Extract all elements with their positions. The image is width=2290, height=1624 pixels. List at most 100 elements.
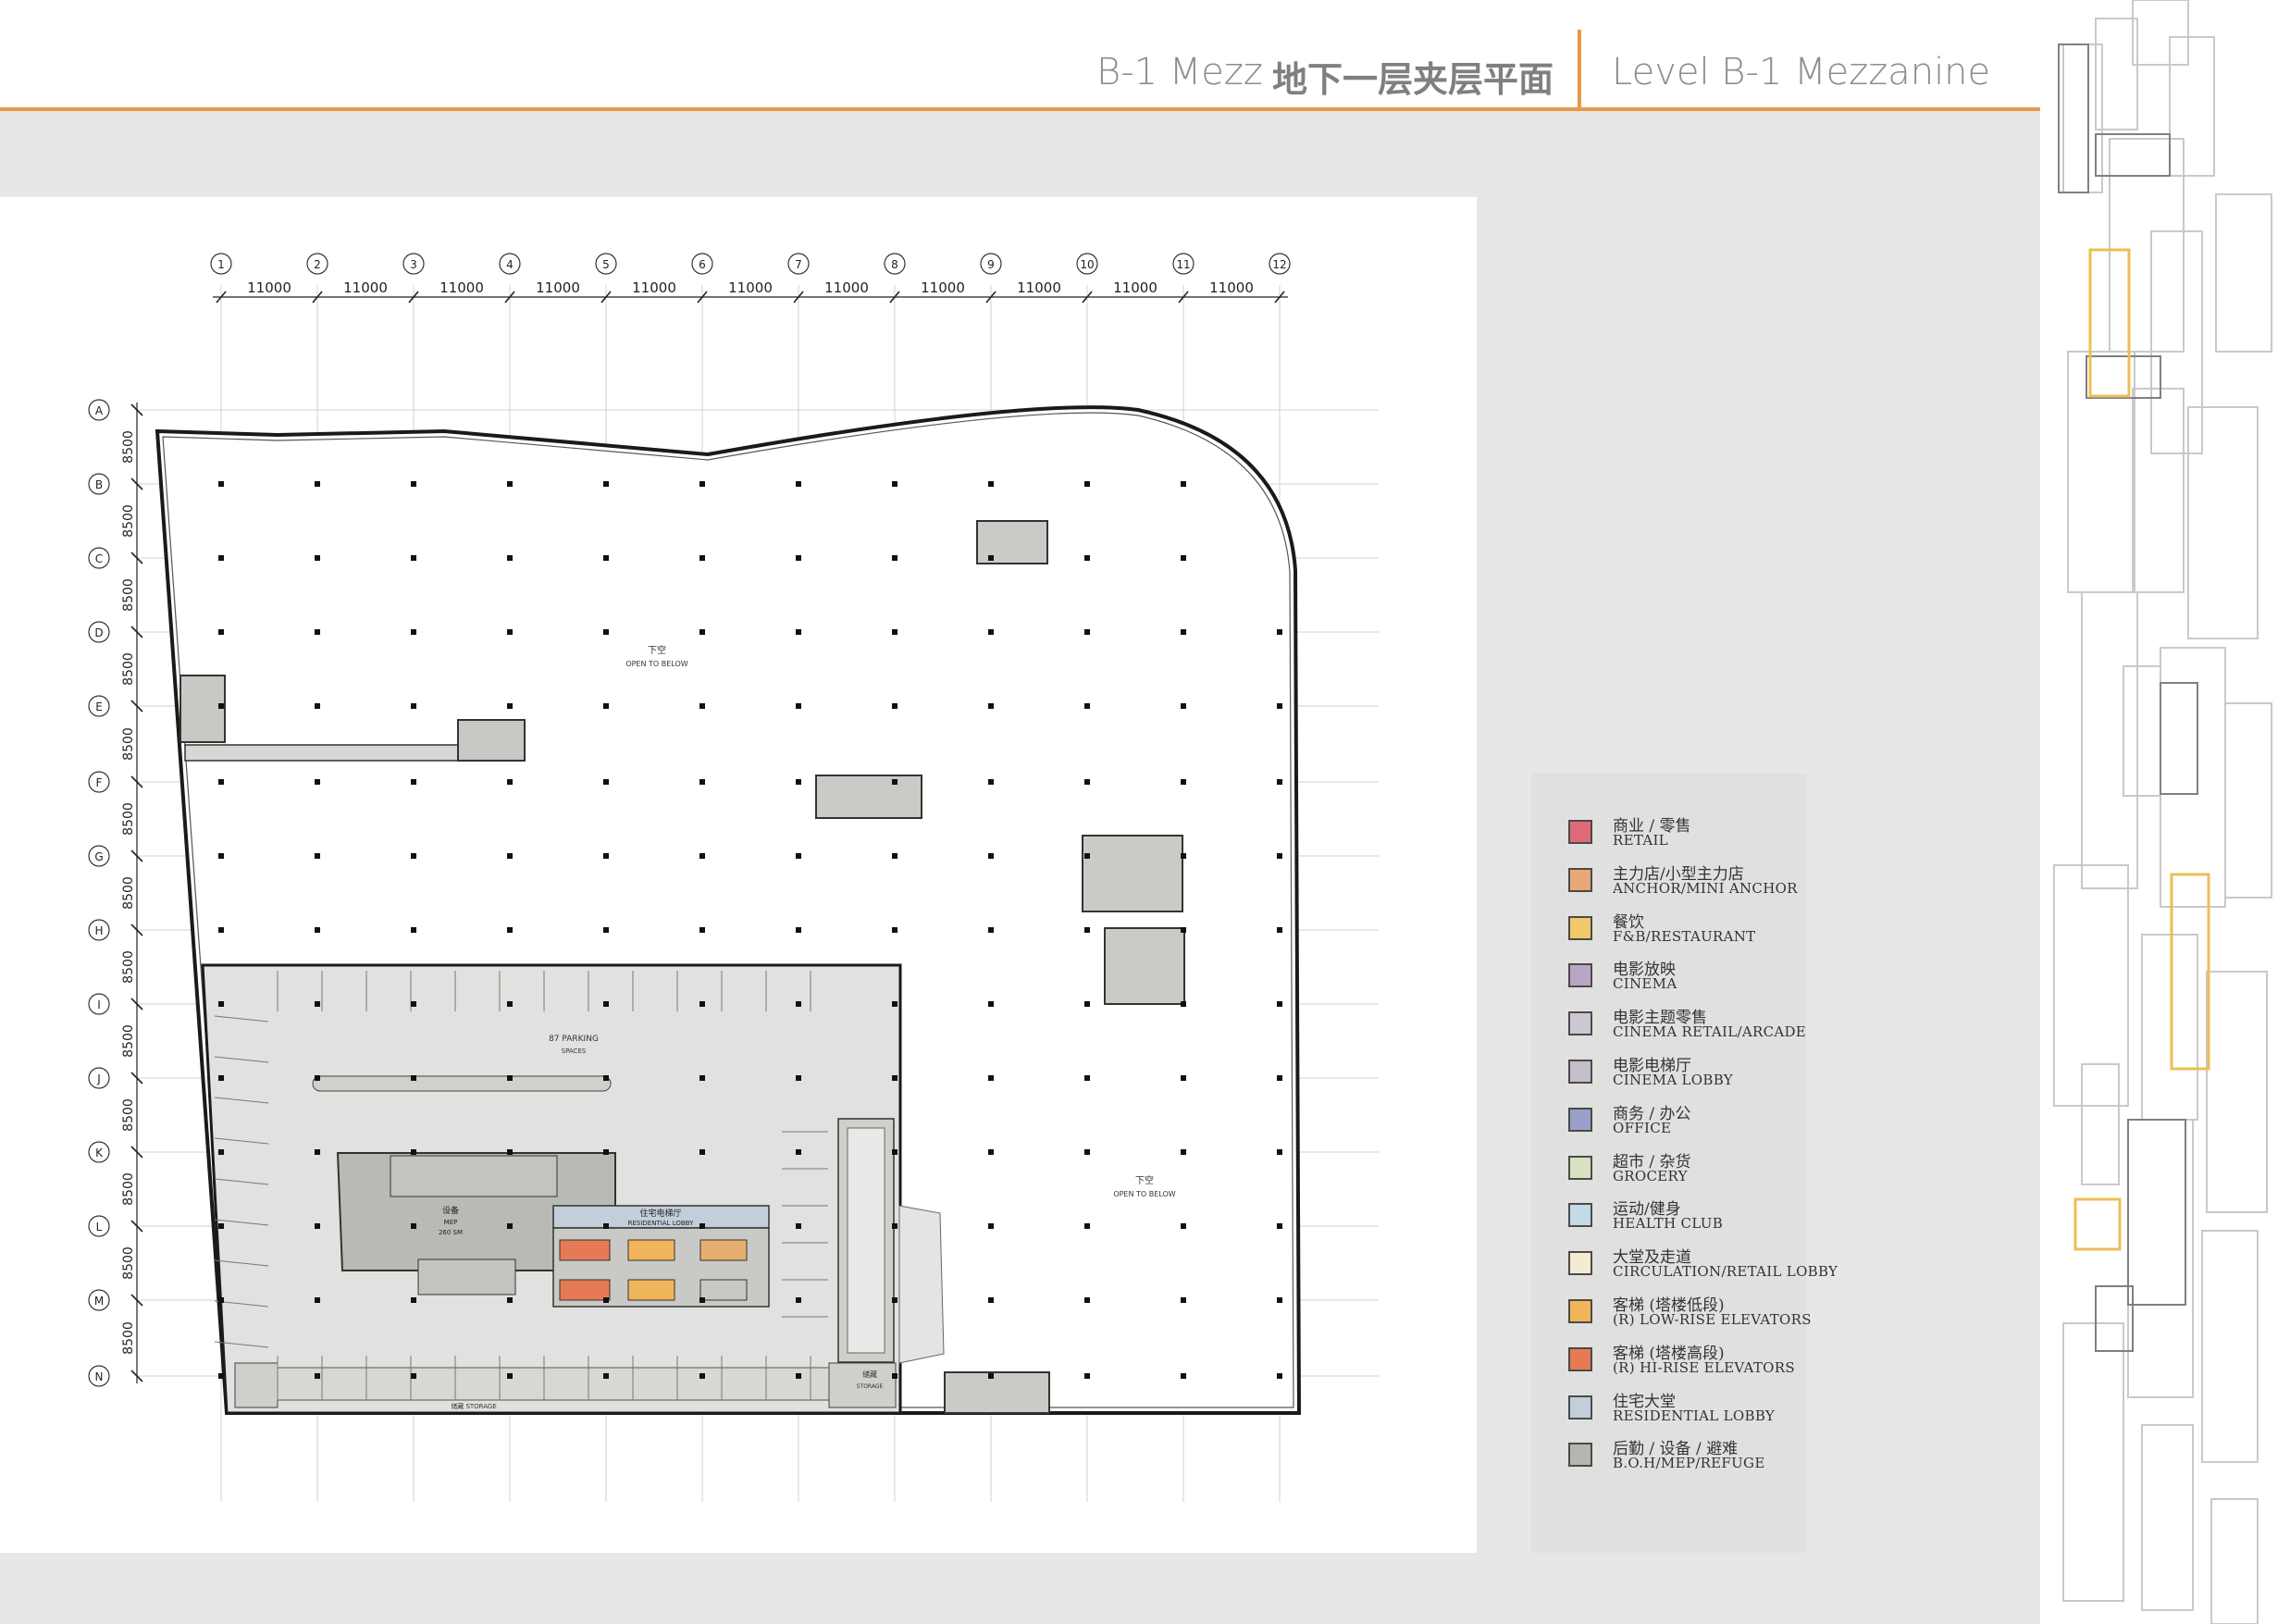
open-below-label-cn: 下空: [648, 644, 666, 656]
storage-label-en: STORAGE: [857, 1383, 884, 1390]
service-elevator-1: [699, 1239, 748, 1261]
structural-column: [315, 703, 320, 709]
structural-column: [411, 629, 416, 635]
structural-column: [603, 1001, 609, 1007]
structural-column: [1277, 703, 1282, 709]
row-grid-label: F: [96, 776, 103, 789]
structural-column: [411, 481, 416, 487]
ramp-lane: [847, 1127, 885, 1354]
structural-column: [507, 1149, 513, 1155]
structural-column: [315, 481, 320, 487]
deco-rect: [2067, 351, 2135, 593]
storage-strip: [277, 1367, 834, 1401]
structural-column: [603, 1075, 609, 1081]
structural-column: [603, 779, 609, 785]
structural-column: [699, 1297, 705, 1303]
page-title-english: Level B-1 Mezzanine: [1612, 51, 1991, 93]
legend-label-en: ANCHOR/MINI ANCHOR: [1613, 879, 1798, 897]
legend-swatch: [1568, 820, 1592, 844]
legend-label-en: RETAIL: [1613, 832, 1668, 849]
column-spacing-label: 11000: [921, 279, 965, 296]
structural-column: [796, 1001, 801, 1007]
legend-swatch: [1568, 1203, 1592, 1228]
page-header: B-1 Mezz 地下一层夹层平面 Level B-1 Mezzanine: [0, 0, 2040, 111]
column-grid-label: 2: [314, 258, 321, 271]
open-below-label-en-2: OPEN TO BELOW: [1113, 1190, 1175, 1198]
row-spacing-label: 8500: [121, 1246, 136, 1280]
parking-island: [312, 1075, 612, 1092]
structural-column: [1181, 1373, 1186, 1379]
column-grid-label: 4: [506, 258, 514, 271]
structural-column: [988, 1373, 994, 1379]
structural-column: [699, 555, 705, 561]
deco-rect: [2123, 665, 2161, 797]
ramp-landing: [898, 1205, 945, 1364]
hi-rise-elevator-2: [559, 1279, 611, 1301]
deco-rect: [2224, 702, 2272, 899]
structural-column: [892, 927, 897, 933]
structural-column: [411, 1149, 416, 1155]
deco-rect: [2062, 1322, 2124, 1602]
structural-column: [411, 1075, 416, 1081]
mep-label-en: MEP: [444, 1219, 458, 1226]
structural-column: [892, 1223, 897, 1229]
structural-column: [988, 1297, 994, 1303]
deco-rect: [2141, 1424, 2194, 1611]
structural-column: [218, 1149, 224, 1155]
structural-column: [1084, 1001, 1090, 1007]
structural-column: [892, 1373, 897, 1379]
structural-column: [699, 1223, 705, 1229]
structural-column: [218, 1373, 224, 1379]
structural-column: [218, 1297, 224, 1303]
open-below-label-en: OPEN TO BELOW: [625, 660, 687, 668]
legend-label-en: CIRCULATION/RETAIL LOBBY: [1613, 1263, 1838, 1281]
row-spacing-label: 8500: [121, 578, 136, 612]
core-center: [815, 775, 922, 819]
structural-column: [507, 703, 513, 709]
row-spacing-label: 8500: [121, 1321, 136, 1355]
storage-label-cn: 储藏: [862, 1370, 877, 1379]
structural-column: [796, 1149, 801, 1155]
legend-label-en: (R) LOW-RISE ELEVATORS: [1613, 1311, 1812, 1328]
row-spacing-label: 8500: [121, 727, 136, 761]
structural-column: [796, 481, 801, 487]
structural-column: [315, 1297, 320, 1303]
legend-label-en: CINEMA LOBBY: [1613, 1072, 1733, 1088]
row-grid-label: C: [95, 552, 103, 565]
deco-rect: [2081, 1063, 2120, 1185]
legend-swatch: [1568, 1107, 1592, 1132]
structural-column: [218, 853, 224, 859]
row-grid-label: L: [96, 1221, 103, 1233]
structural-column: [699, 703, 705, 709]
parking-spaces-label: SPACES: [562, 1048, 587, 1055]
decorative-dark-rectangles: [2058, 43, 2198, 1352]
structural-column: [411, 555, 416, 561]
structural-column: [796, 703, 801, 709]
structural-column: [218, 1223, 224, 1229]
structural-column: [315, 1223, 320, 1229]
low-rise-elevator-1: [627, 1239, 675, 1261]
row-grid-label: D: [94, 626, 103, 639]
structural-column: [411, 853, 416, 859]
structural-column: [892, 703, 897, 709]
structural-column: [315, 555, 320, 561]
structural-column: [1181, 853, 1186, 859]
legend-label-en: CINEMA: [1613, 975, 1677, 993]
legend-label-en: CINEMA RETAIL/ARCADE: [1613, 1023, 1807, 1041]
corridor-west: [184, 744, 459, 762]
structural-column: [699, 1149, 705, 1155]
row-spacing-label: 8500: [121, 430, 136, 464]
structural-column: [507, 1223, 513, 1229]
column-grid-label: 9: [987, 258, 995, 271]
structural-column: [892, 1297, 897, 1303]
structural-column: [218, 779, 224, 785]
parking-zone: [201, 963, 945, 1415]
structural-column: [603, 629, 609, 635]
structural-column: [1181, 1001, 1186, 1007]
structural-column: [603, 1297, 609, 1303]
legend-swatch: [1568, 867, 1592, 892]
structural-column: [218, 629, 224, 635]
open-below-label-cn-2: 下空: [1135, 1174, 1154, 1186]
structural-column: [1181, 481, 1186, 487]
deco-rect: [2053, 864, 2129, 1107]
